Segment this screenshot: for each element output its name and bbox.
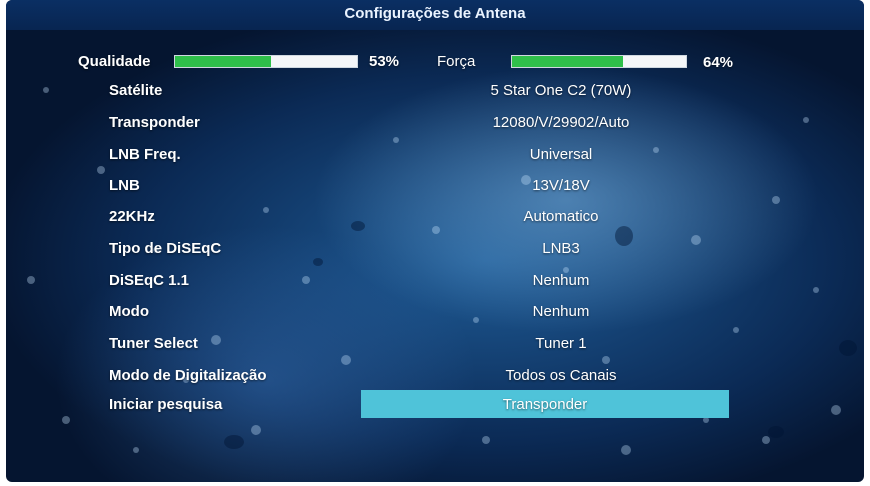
- strength-percent: 64%: [703, 54, 734, 71]
- quality-label: Qualidade: [78, 53, 151, 70]
- setting-value-lnb[interactable]: 13V/18V: [381, 177, 741, 194]
- setting-value-diseqc-11[interactable]: Nenhum: [381, 272, 741, 289]
- setting-value-22khz[interactable]: Automatico: [381, 208, 741, 225]
- quality-bar-fill: [175, 56, 272, 67]
- setting-value-scan-mode[interactable]: Todos os Canais: [381, 367, 741, 384]
- strength-bar-fill: [512, 56, 624, 67]
- setting-label-diseqc-type: Tipo de DiSEqC: [109, 240, 222, 257]
- setting-value-lnb-freq[interactable]: Universal: [381, 146, 741, 163]
- setting-value-transponder[interactable]: 12080/V/29902/Auto: [381, 114, 741, 131]
- strength-label: Força: [437, 53, 476, 70]
- setting-label-scan-mode: Modo de Digitalização: [109, 367, 267, 384]
- setting-value-mode[interactable]: Nenhum: [381, 303, 741, 320]
- setting-value-diseqc-type[interactable]: LNB3: [381, 240, 741, 257]
- quality-bar: [174, 55, 358, 68]
- tv-screen: Configurações de Antena Qualidade 53% Fo…: [6, 0, 864, 482]
- setting-label-22khz: 22KHz: [109, 208, 155, 225]
- setting-label-diseqc-11: DiSEqC 1.1: [109, 272, 190, 289]
- setting-value-tuner-select[interactable]: Tuner 1: [381, 335, 741, 352]
- setting-label-transponder: Transponder: [109, 114, 200, 131]
- setting-label-tuner-select: Tuner Select: [109, 335, 198, 352]
- setting-value-start-search[interactable]: Transponder: [361, 396, 729, 413]
- setting-label-start-search: Iniciar pesquisa: [109, 396, 223, 413]
- setting-label-mode: Modo: [109, 303, 149, 320]
- page-title: Configurações de Antena: [344, 5, 526, 22]
- setting-label-lnb-freq: LNB Freq.: [109, 146, 181, 163]
- title-bar: Configurações de Antena: [6, 0, 864, 30]
- setting-value-satellite[interactable]: 5 Star One C2 (70W): [381, 82, 741, 99]
- setting-label-lnb: LNB: [109, 177, 140, 194]
- strength-bar: [511, 55, 687, 68]
- quality-percent: 53%: [369, 53, 400, 70]
- setting-label-satellite: Satélite: [109, 82, 163, 99]
